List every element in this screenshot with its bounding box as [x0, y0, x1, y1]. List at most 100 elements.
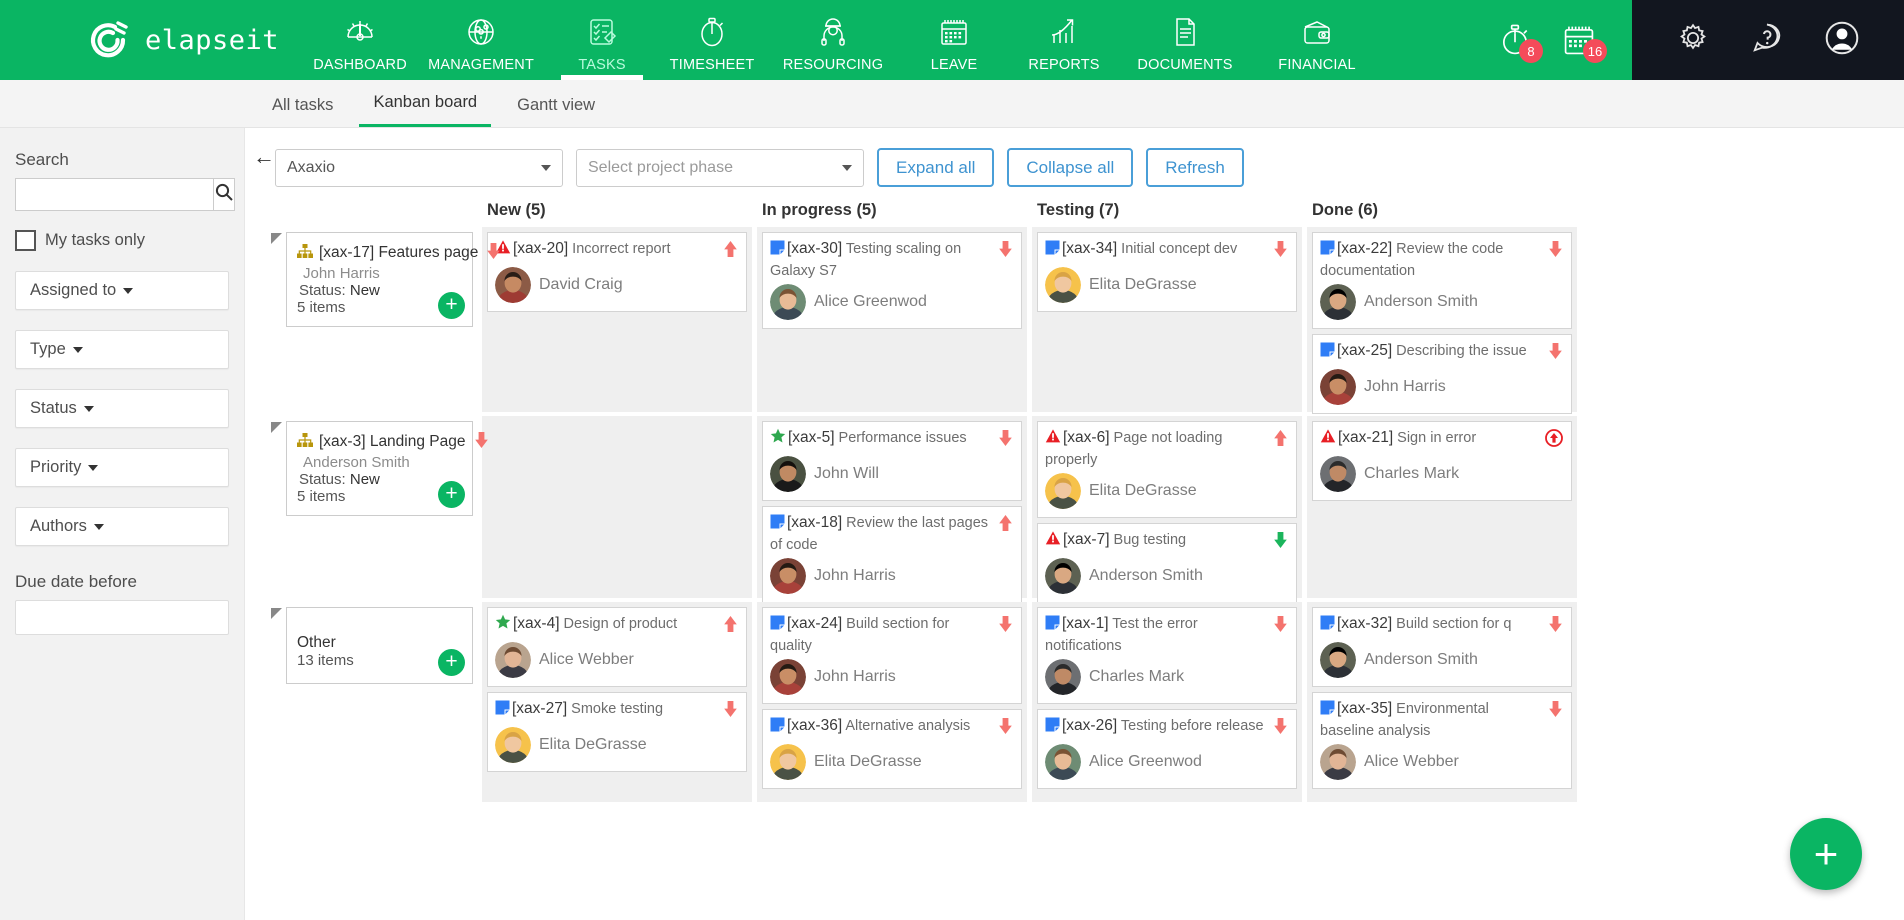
task-id: [xax-21]	[1338, 429, 1394, 446]
nav-item-management[interactable]: MANAGEMENT	[415, 0, 547, 80]
collapse-all-button[interactable]: Collapse all	[1007, 148, 1134, 187]
my-tasks-only-row[interactable]: My tasks only	[15, 230, 229, 251]
search-row	[15, 178, 235, 211]
nav-item-dashboard[interactable]: DASHBOARD	[305, 0, 415, 80]
nav-item-tasks[interactable]: TASKS	[547, 0, 657, 80]
task-assignee: John Will	[770, 456, 1013, 492]
nav-label: REPORTS	[1028, 57, 1100, 73]
task-assignee: Elita DeGrasse	[1045, 267, 1288, 303]
collapse-triangle-icon[interactable]	[271, 608, 282, 619]
collapse-sidebar-icon[interactable]: ←	[253, 146, 275, 168]
task-card[interactable]: [xax-6] Page not loading properly Elita D…	[1037, 421, 1297, 519]
nav-item-documents[interactable]: DOCUMENTS	[1119, 0, 1251, 80]
project-select[interactable]: Axaxio	[275, 148, 563, 187]
group-lane: [xax-3] Landing Page Anderson Smith Status…	[270, 416, 488, 598]
kanban-lane[interactable]: [xax-4] Design of product Alice Webber [xa…	[482, 602, 752, 802]
nav-item-reports[interactable]: REPORTS	[1009, 0, 1119, 80]
task-note-icon	[1320, 615, 1335, 636]
calendar-quick-action[interactable]: 16	[1560, 21, 1607, 63]
filter-status[interactable]: Status	[15, 389, 229, 428]
nav-quick-actions: 8 16	[1476, 0, 1632, 80]
collapse-triangle-icon[interactable]	[271, 422, 282, 433]
brand[interactable]: elapseit	[0, 0, 305, 80]
task-card[interactable]: [xax-7] Bug testing Anderson Smith	[1037, 523, 1297, 604]
assignee-name: John Harris	[814, 567, 896, 585]
nav-item-financial[interactable]: FINANCIAL	[1251, 0, 1383, 80]
user-avatar-icon[interactable]	[1822, 18, 1862, 63]
refresh-button[interactable]: Refresh	[1146, 148, 1244, 187]
task-card[interactable]: [xax-21] Sign in error Charles Mark	[1312, 421, 1572, 501]
task-card[interactable]: [xax-27] Smoke testing Elita DeGrasse	[487, 692, 747, 772]
bug-warning-icon	[1320, 428, 1336, 450]
task-assignee: John Harris	[770, 558, 1013, 595]
group-id: [xax-3] Landing Page	[319, 433, 466, 450]
critical-up-circle-icon	[1545, 428, 1563, 452]
question-bubble-icon[interactable]	[1748, 19, 1786, 62]
kanban-lane[interactable]: [xax-34] Initial concept dev Elita DeGras…	[1032, 227, 1302, 412]
nav-item-timesheet[interactable]: TIMESHEET	[657, 0, 767, 80]
avatar	[770, 456, 806, 492]
task-card[interactable]: [xax-30] Testing scaling on Galaxy S7 Ali…	[762, 232, 1022, 330]
kanban-lane[interactable]: [xax-21] Sign in error Charles Mark	[1307, 416, 1577, 598]
task-title: Alternative analysis	[842, 718, 971, 735]
timer-quick-action[interactable]: 8	[1496, 21, 1543, 63]
task-card[interactable]: [xax-20] Incorrect report David Craig	[487, 232, 747, 312]
nav-item-resourcing[interactable]: RESOURCING	[767, 0, 899, 80]
task-card[interactable]: [xax-4] Design of product Alice Webber	[487, 607, 747, 687]
task-card[interactable]: [xax-35] Environmental baseline analysis…	[1312, 692, 1572, 790]
task-card[interactable]: [xax-24] Build section for quality John H…	[762, 607, 1022, 705]
add-task-to-group-button[interactable]: +	[438, 292, 465, 319]
group-summary-card[interactable]: [xax-3] Landing Page Anderson Smith Status…	[271, 421, 488, 516]
add-task-fab[interactable]: +	[1790, 818, 1862, 890]
kanban-lane[interactable]: [xax-1] Test the error notifications Char…	[1032, 602, 1302, 802]
task-card[interactable]: [xax-18] Review the last pages of code Jo…	[762, 506, 1022, 604]
gear-icon[interactable]	[1674, 19, 1712, 62]
task-assignee: Charles Mark	[1320, 456, 1563, 492]
add-task-to-group-button[interactable]: +	[438, 649, 465, 676]
project-phase-select[interactable]: Select project phase	[576, 148, 864, 187]
filter-assigned-to[interactable]: Assigned to	[15, 271, 229, 310]
group-summary-card[interactable]: [xax-17] Features page John Harris Status:…	[271, 232, 501, 327]
task-card[interactable]: [xax-32] Build section for q Anderson Smi…	[1312, 607, 1572, 687]
task-card[interactable]: [xax-36] Alternative analysis Elita DeGra…	[762, 709, 1022, 790]
add-task-to-group-button[interactable]: +	[438, 481, 465, 508]
due-date-input[interactable]	[15, 600, 229, 635]
kanban-lane[interactable]: [xax-5] Performance issues John Will [xax-…	[757, 416, 1027, 604]
task-id: [xax-35]	[1337, 700, 1393, 717]
task-card-text: [xax-21] Sign in error	[1320, 428, 1541, 450]
task-card[interactable]: [xax-34] Initial concept dev Elita DeGras…	[1037, 232, 1297, 312]
filter-type[interactable]: Type	[15, 330, 229, 369]
kanban-lane[interactable]	[482, 416, 752, 598]
nav-item-leave[interactable]: LEAVE	[899, 0, 1009, 80]
expand-all-button[interactable]: Expand all	[877, 148, 995, 187]
collapse-triangle-icon[interactable]	[271, 233, 282, 244]
kanban-lane[interactable]: [xax-22] Review the code documentation An…	[1307, 227, 1577, 415]
kanban-lane[interactable]: [xax-30] Testing scaling on Galaxy S7 Ali…	[757, 227, 1027, 412]
task-assignee: Anderson Smith	[1320, 284, 1563, 321]
chevron-down-icon	[83, 405, 94, 412]
kanban-lane[interactable]: [xax-32] Build section for q Anderson Smi…	[1307, 602, 1577, 802]
nav-label: TIMESHEET	[669, 57, 755, 73]
avatar	[495, 727, 531, 763]
tab-kanban-board[interactable]: Kanban board	[359, 93, 492, 127]
kanban-lane[interactable]: [xax-6] Page not loading properly Elita D…	[1032, 416, 1302, 604]
tab-all-tasks[interactable]: All tasks	[258, 96, 347, 127]
task-card[interactable]: [xax-22] Review the code documentation An…	[1312, 232, 1572, 330]
avatar	[1320, 369, 1356, 406]
search-button[interactable]	[213, 178, 235, 211]
task-card[interactable]: [xax-26] Testing before release Alice Gre…	[1037, 709, 1297, 790]
kanban-lane[interactable]: [xax-20] Incorrect report David Craig	[482, 227, 752, 412]
filter-priority[interactable]: Priority	[15, 448, 229, 487]
group-summary-card[interactable]: Other 13 items +	[271, 607, 473, 684]
my-tasks-only-checkbox[interactable]	[15, 230, 36, 251]
kanban-lane[interactable]: [xax-24] Build section for quality John H…	[757, 602, 1027, 802]
task-card[interactable]: [xax-1] Test the error notifications Char…	[1037, 607, 1297, 705]
task-id: [xax-4]	[513, 615, 560, 632]
task-title: Build section for q	[1392, 616, 1512, 632]
filter-authors[interactable]: Authors	[15, 507, 229, 546]
group-title: [xax-17] Features page	[297, 241, 501, 265]
task-card[interactable]: [xax-5] Performance issues John Will	[762, 421, 1022, 501]
search-input[interactable]	[15, 178, 213, 211]
tab-gantt-view[interactable]: Gantt view	[503, 96, 609, 127]
task-card[interactable]: [xax-25] Describing the issue John Harris	[1312, 334, 1572, 415]
